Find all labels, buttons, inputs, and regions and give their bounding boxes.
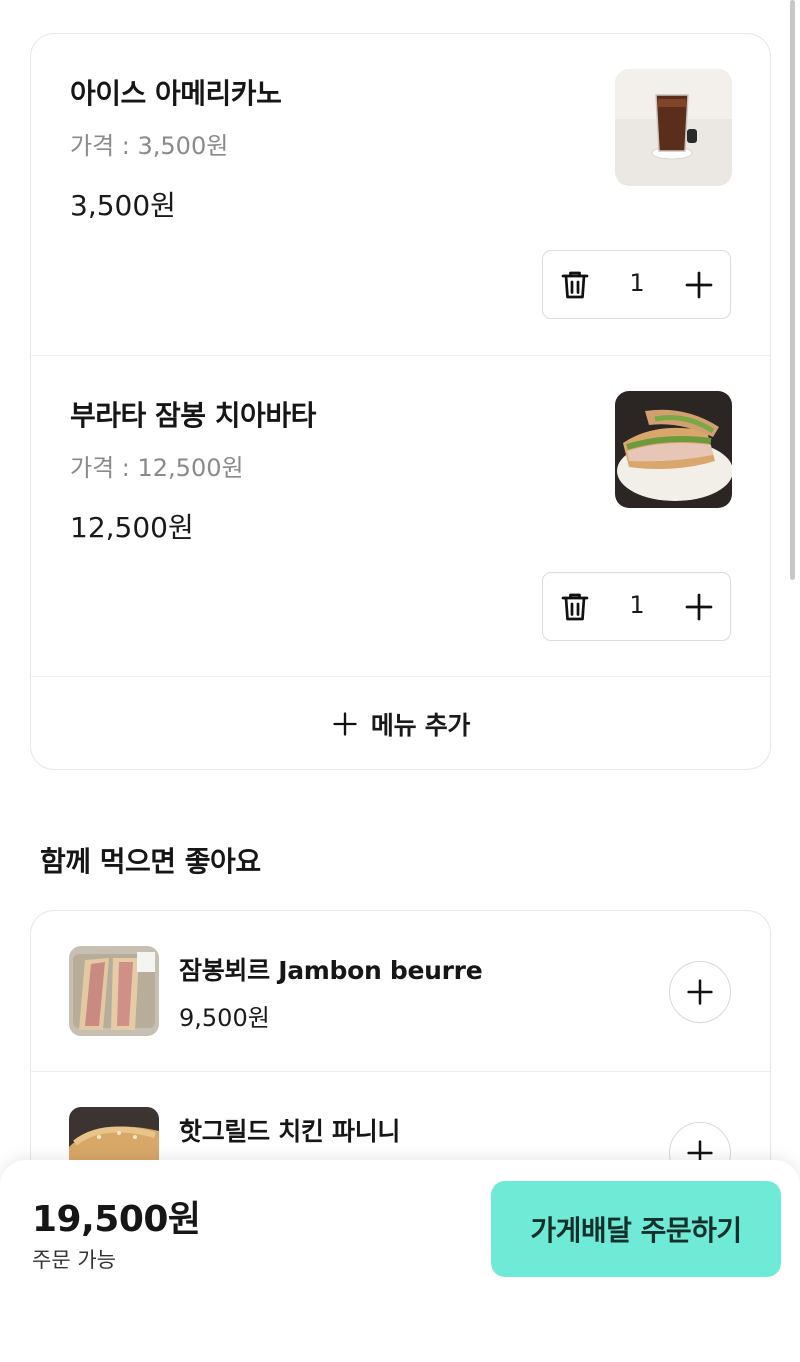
item-total-price: 3,500원 [70,189,176,222]
recommend-item-image [69,946,159,1036]
item-name: 부라타 잠봉 치아바타 [70,399,316,432]
trash-icon[interactable] [557,267,593,303]
plus-icon[interactable] [681,589,717,625]
recommend-section-title: 함께 먹으면 좋아요 [40,845,261,878]
quantity-stepper: 1 [542,572,731,641]
add-menu-button[interactable]: 메뉴 추가 [31,676,770,769]
item-unit-price: 가격 : 3,500원 [70,132,229,160]
quantity-value: 1 [629,269,645,297]
delivery-order-button[interactable]: 가게배달 주문하기 [491,1181,781,1277]
order-status: 주문 가능 [32,1248,116,1272]
recommend-item-name: 잠봉뵈르 Jambon beurre [179,956,483,985]
order-total: 19,500원 [32,1199,201,1240]
plus-icon[interactable] [681,267,717,303]
item-unit-price: 가격 : 12,500원 [70,454,244,482]
quantity-stepper: 1 [542,250,731,319]
add-menu-label: 메뉴 추가 [370,711,471,740]
add-item-button[interactable] [669,961,731,1023]
recommend-item[interactable]: 잠봉뵈르 Jambon beurre 9,500원 [31,911,770,1071]
cart-item: 아이스 아메리카노 가격 : 3,500원 3,500원 1 [31,34,770,355]
item-name: 아이스 아메리카노 [70,77,282,110]
order-bottom-bar: 19,500원 주문 가능 가게배달 주문하기 [0,1160,800,1362]
cart-card: 아이스 아메리카노 가격 : 3,500원 3,500원 1 부라타 잠봉 치아… [30,33,771,770]
cart-item: 부라타 잠봉 치아바타 가격 : 12,500원 12,500원 1 [31,355,770,676]
plus-icon [331,710,359,738]
quantity-value: 1 [629,591,645,619]
item-image [615,69,732,186]
circle-plus-icon [687,979,713,1005]
recommend-item-name: 핫그릴드 치킨 파니니 [179,1117,401,1146]
trash-icon[interactable] [557,589,593,625]
item-total-price: 12,500원 [70,511,194,544]
scrollbar[interactable] [790,0,795,580]
recommend-item-price: 9,500원 [179,1004,270,1032]
item-image [615,391,732,508]
